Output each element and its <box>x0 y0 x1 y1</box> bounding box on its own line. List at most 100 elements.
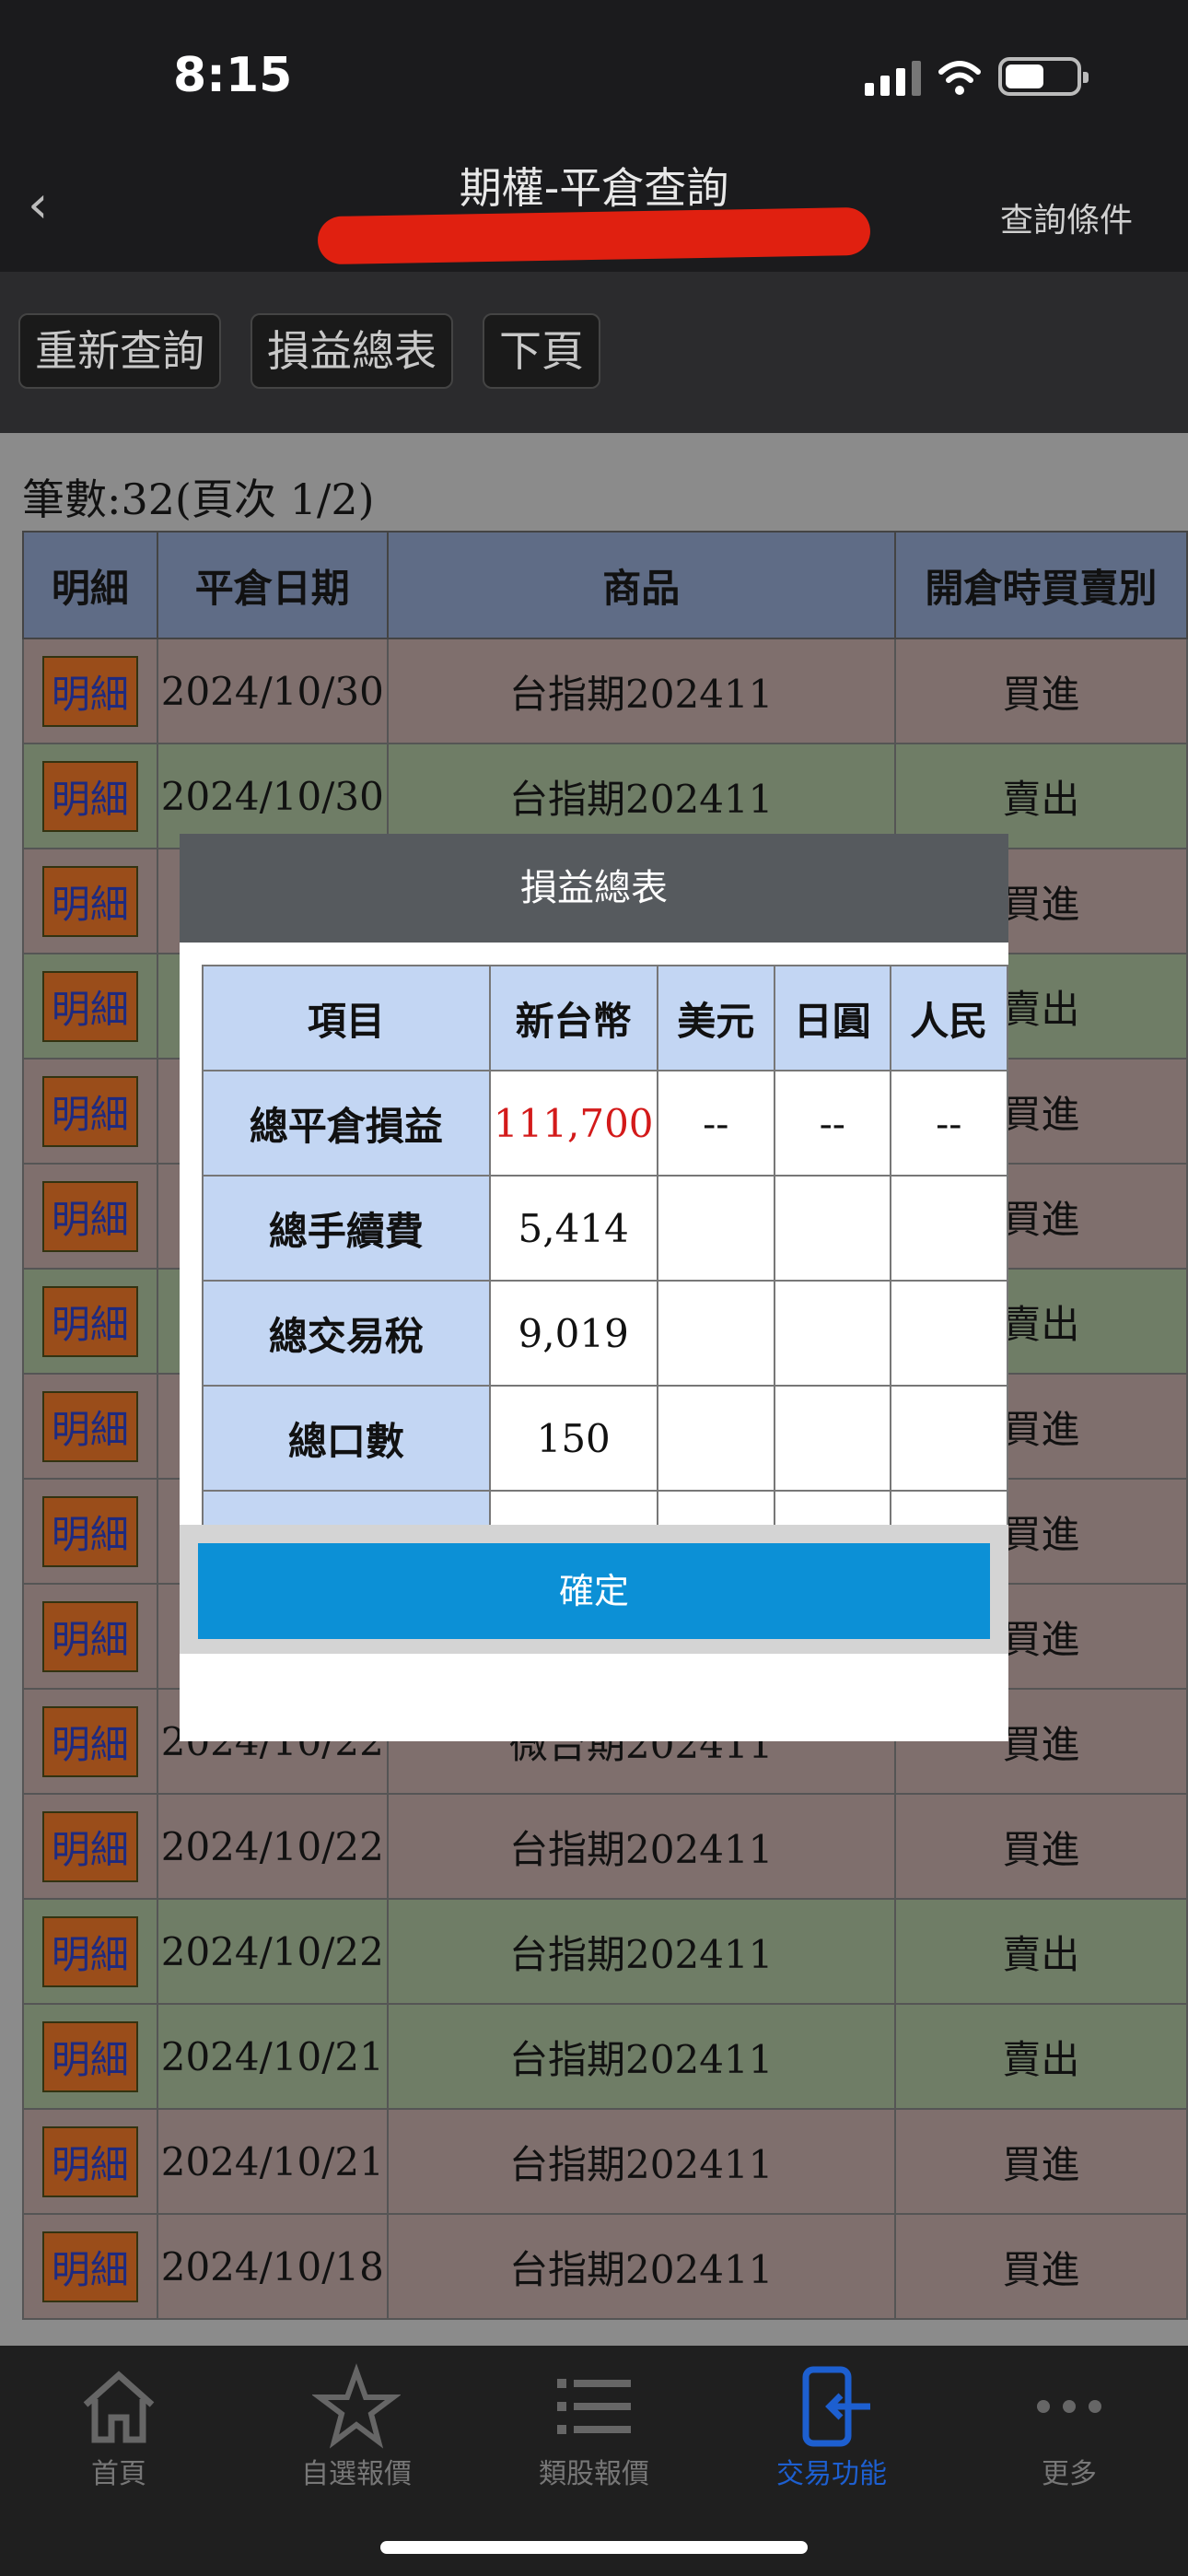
detail-cell: 明細 <box>22 743 158 849</box>
detail-cell: 明細 <box>22 1793 158 1900</box>
confirm-button[interactable]: 確定 <box>198 1543 990 1639</box>
record-count: 筆數:32(頁次 1/2) <box>22 474 375 524</box>
summary-header-twd: 新台幣 <box>488 965 658 1071</box>
close-date-cell: 2024/10/22 <box>156 1793 389 1900</box>
tab-sector-quotes-label: 類股報價 <box>539 2458 649 2490</box>
close-date-cell: 2024/10/21 <box>156 2108 389 2215</box>
next-page-button[interactable]: 下頁 <box>483 313 600 389</box>
summary-value-cell <box>889 1175 1008 1282</box>
table-row: 明細 2024/10/30 台指期202411 買進 <box>22 638 1188 744</box>
battery-icon <box>998 57 1089 96</box>
summary-value-cell: -- <box>889 1070 1008 1177</box>
summary-header-row: 項目 新台幣 美元 日圓 人民 <box>202 965 1008 1071</box>
summary-value-cell: 111,700 <box>488 1070 658 1177</box>
detail-button[interactable]: 明細 <box>41 1915 138 1987</box>
list-icon <box>557 2379 631 2434</box>
product-cell: 台指期202411 <box>386 1898 896 2005</box>
table-row: 明細 2024/10/22 台指期202411 買進 <box>22 1793 1188 1900</box>
summary-row: 總口數 150 <box>202 1385 1008 1492</box>
detail-button[interactable]: 明細 <box>41 2020 138 2092</box>
summary-value-cell: -- <box>774 1490 891 1525</box>
detail-button[interactable]: 明細 <box>41 1390 138 1462</box>
summary-row: 總手續費 5,414 <box>202 1175 1008 1282</box>
tab-more-label: 更多 <box>1042 2458 1097 2490</box>
tab-home[interactable]: 首頁 <box>0 2362 238 2491</box>
status-icons <box>865 57 1089 96</box>
side-cell: 賣出 <box>893 743 1188 849</box>
detail-cell: 明細 <box>22 1688 158 1795</box>
dialog-title: 損益總表 <box>180 834 1008 943</box>
column-header-close-date: 平倉日期 <box>156 531 389 639</box>
side-cell: 買進 <box>893 2108 1188 2215</box>
pnl-summary-button[interactable]: 損益總表 <box>250 313 453 389</box>
summary-value-cell <box>774 1175 891 1282</box>
summary-value-cell: 97,267 <box>488 1490 658 1525</box>
table-row: 明細 2024/10/21 台指期202411 賣出 <box>22 2003 1188 2110</box>
summary-value-cell <box>774 1280 891 1387</box>
detail-cell: 明細 <box>22 2213 158 2320</box>
summary-header-jpy: 日圓 <box>774 965 891 1071</box>
detail-button[interactable]: 明細 <box>41 970 138 1042</box>
side-cell: 賣出 <box>893 1898 1188 2005</box>
dialog-footer: 確定 <box>180 1525 1008 1654</box>
tab-watchlist-label: 自選報價 <box>301 2458 412 2490</box>
close-date-cell: 2024/10/18 <box>156 2213 389 2320</box>
tab-sector-quotes[interactable]: 類股報價 <box>475 2362 713 2491</box>
summary-row-label: 總口數 <box>202 1385 491 1492</box>
detail-button[interactable]: 明細 <box>41 760 138 832</box>
detail-button[interactable]: 明細 <box>41 2231 138 2302</box>
detail-button[interactable]: 明細 <box>41 1285 138 1357</box>
detail-button[interactable]: 明細 <box>41 655 138 727</box>
detail-button[interactable]: 明細 <box>41 1075 138 1147</box>
nav-bar: ‹ 期權-平倉查詢 查詢條件 <box>0 147 1188 272</box>
detail-button[interactable]: 明細 <box>41 865 138 937</box>
summary-header-cny: 人民 <box>889 965 1008 1071</box>
detail-cell: 明細 <box>22 2108 158 2215</box>
column-header-product: 商品 <box>386 531 896 639</box>
close-date-cell: 2024/10/30 <box>156 638 389 744</box>
requery-button[interactable]: 重新查詢 <box>18 313 221 389</box>
summary-value-cell: -- <box>656 1490 776 1525</box>
detail-cell: 明細 <box>22 1058 158 1165</box>
query-conditions-button[interactable]: 查詢條件 <box>1000 193 1133 241</box>
tab-home-label: 首頁 <box>91 2458 146 2490</box>
summary-value-cell <box>656 1175 776 1282</box>
detail-button[interactable]: 明細 <box>41 1705 138 1777</box>
product-cell: 台指期202411 <box>386 2108 896 2215</box>
dialog-body: 項目 新台幣 美元 日圓 人民 總平倉損益 111,700 -- -- -- 總手續費 5,… <box>180 943 1008 1525</box>
column-header-side: 開倉時買賣別 <box>893 531 1188 639</box>
detail-cell: 明細 <box>22 1268 158 1375</box>
tab-trading[interactable]: 交易功能 <box>713 2362 950 2491</box>
product-cell: 台指期202411 <box>386 638 896 744</box>
summary-row-label: 總手續費 <box>202 1175 491 1282</box>
detail-cell: 明細 <box>22 1478 158 1585</box>
detail-cell: 明細 <box>22 1163 158 1270</box>
detail-cell: 明細 <box>22 848 158 954</box>
table-row: 明細 2024/10/21 台指期202411 買進 <box>22 2108 1188 2215</box>
summary-row: 總平倉淨損益97,267------ <box>202 1490 1008 1525</box>
summary-value-cell <box>889 1280 1008 1387</box>
detail-button[interactable]: 明細 <box>41 1600 138 1672</box>
close-date-cell: 2024/10/30 <box>156 743 389 849</box>
tab-more[interactable]: 更多 <box>950 2362 1188 2491</box>
toolbar: 重新查詢 損益總表 下頁 <box>0 272 1188 433</box>
summary-value-cell: 9,019 <box>488 1280 658 1387</box>
cellular-signal-icon <box>865 59 921 96</box>
summary-header-item: 項目 <box>202 965 491 1071</box>
detail-button[interactable]: 明細 <box>41 2125 138 2197</box>
detail-button[interactable]: 明細 <box>41 1495 138 1567</box>
status-bar: 8:15 <box>0 0 1188 147</box>
product-cell: 台指期202411 <box>386 743 896 849</box>
detail-cell: 明細 <box>22 953 158 1060</box>
home-icon <box>83 2371 155 2443</box>
detail-button[interactable]: 明細 <box>41 1180 138 1252</box>
home-indicator <box>380 2541 808 2554</box>
tab-trading-label: 交易功能 <box>776 2458 887 2490</box>
pnl-summary-dialog: 損益總表 項目 新台幣 美元 日圓 人民 總平倉損益 111,700 -- -- -- 總… <box>180 834 1008 1741</box>
detail-cell: 明細 <box>22 1583 158 1690</box>
summary-value-cell: 5,414 <box>488 1175 658 1282</box>
tab-watchlist[interactable]: 自選報價 <box>238 2362 475 2491</box>
detail-cell: 明細 <box>22 1898 158 2005</box>
detail-button[interactable]: 明細 <box>41 1810 138 1882</box>
detail-cell: 明細 <box>22 2003 158 2110</box>
